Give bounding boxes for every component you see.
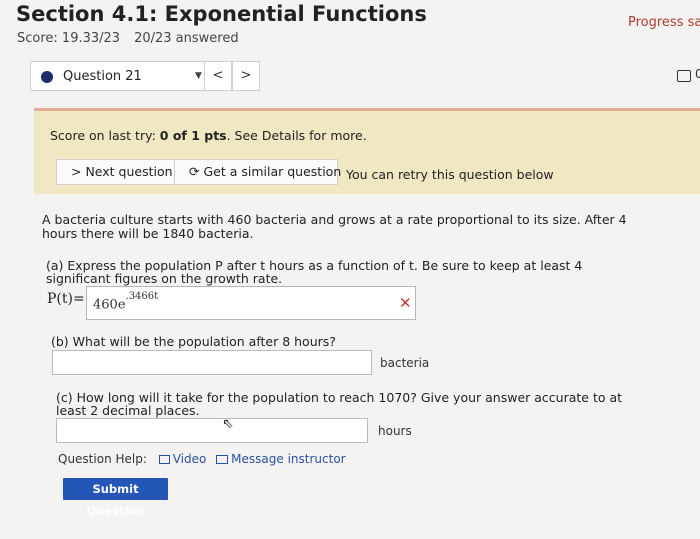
page-header: Section 4.1: Exponential Functions Score… (0, 0, 700, 56)
page-title: Section 4.1: Exponential Functions (16, 2, 427, 26)
part-b-prompt: (b) What will be the population after 8 … (51, 334, 336, 349)
question-select-label: Question 21 (63, 69, 142, 84)
part-b-unit: bacteria (380, 356, 430, 370)
video-icon (158, 455, 170, 464)
part-a-prompt: (a) Express the population P after t hou… (46, 258, 583, 286)
part-c-unit: hours (378, 424, 412, 438)
last-try-score: Score on last try: 0 of 1 pts. See Detai… (50, 128, 367, 143)
last-try-points: 0 of 1 pts (159, 128, 227, 143)
part-a-function-label: P(t)= (47, 291, 85, 307)
score-summary: Score: 19.33/23 20/23 answered (17, 31, 239, 46)
question-status-dot (41, 71, 53, 83)
part-a-answer-value: 460e.3466t (93, 291, 159, 313)
mouse-cursor-icon: ⇖ (222, 416, 234, 432)
answered-count: 20/23 answered (134, 31, 239, 46)
part-a-answer-field[interactable]: 460e.3466t ✕ (86, 286, 416, 320)
previous-question-button[interactable]: < (204, 61, 232, 91)
problem-statement: A bacteria culture starts with 460 bacte… (42, 212, 627, 241)
question-help: Question Help: Video Message instructor (58, 452, 346, 466)
last-try-banner: Score on last try: 0 of 1 pts. See Detai… (34, 108, 700, 194)
retry-text: You can retry this question below (346, 167, 554, 182)
message-check-icon[interactable] (677, 70, 691, 82)
progress-saved-link[interactable]: Progress sav (628, 15, 700, 30)
mail-icon (216, 455, 229, 464)
next-question-arrow-button[interactable]: > (232, 61, 260, 91)
question-select[interactable]: Question 21 ▼ (30, 61, 212, 91)
refresh-icon: ⟳ (189, 164, 200, 179)
part-c-prompt: (c) How long will it take for the popula… (56, 390, 623, 418)
similar-question-button[interactable]: ⟳ Get a similar question (174, 159, 341, 185)
caret-down-icon: ▼ (195, 71, 202, 81)
part-b-answer-field[interactable] (52, 350, 372, 375)
incorrect-x-icon: ✕ (399, 294, 412, 312)
submit-question-button[interactable]: Submit Question (63, 478, 168, 518)
part-c-answer-field[interactable] (56, 418, 368, 443)
score-text: Score: 19.33/23 (17, 31, 121, 46)
question-toolbar: Question 21 ▼ < > 0 (14, 58, 700, 98)
message-instructor-link[interactable]: Message instructor (231, 452, 345, 466)
message-count: 0 (695, 67, 700, 81)
video-link[interactable]: Video (173, 452, 207, 466)
question-help-label: Question Help: (58, 452, 147, 466)
